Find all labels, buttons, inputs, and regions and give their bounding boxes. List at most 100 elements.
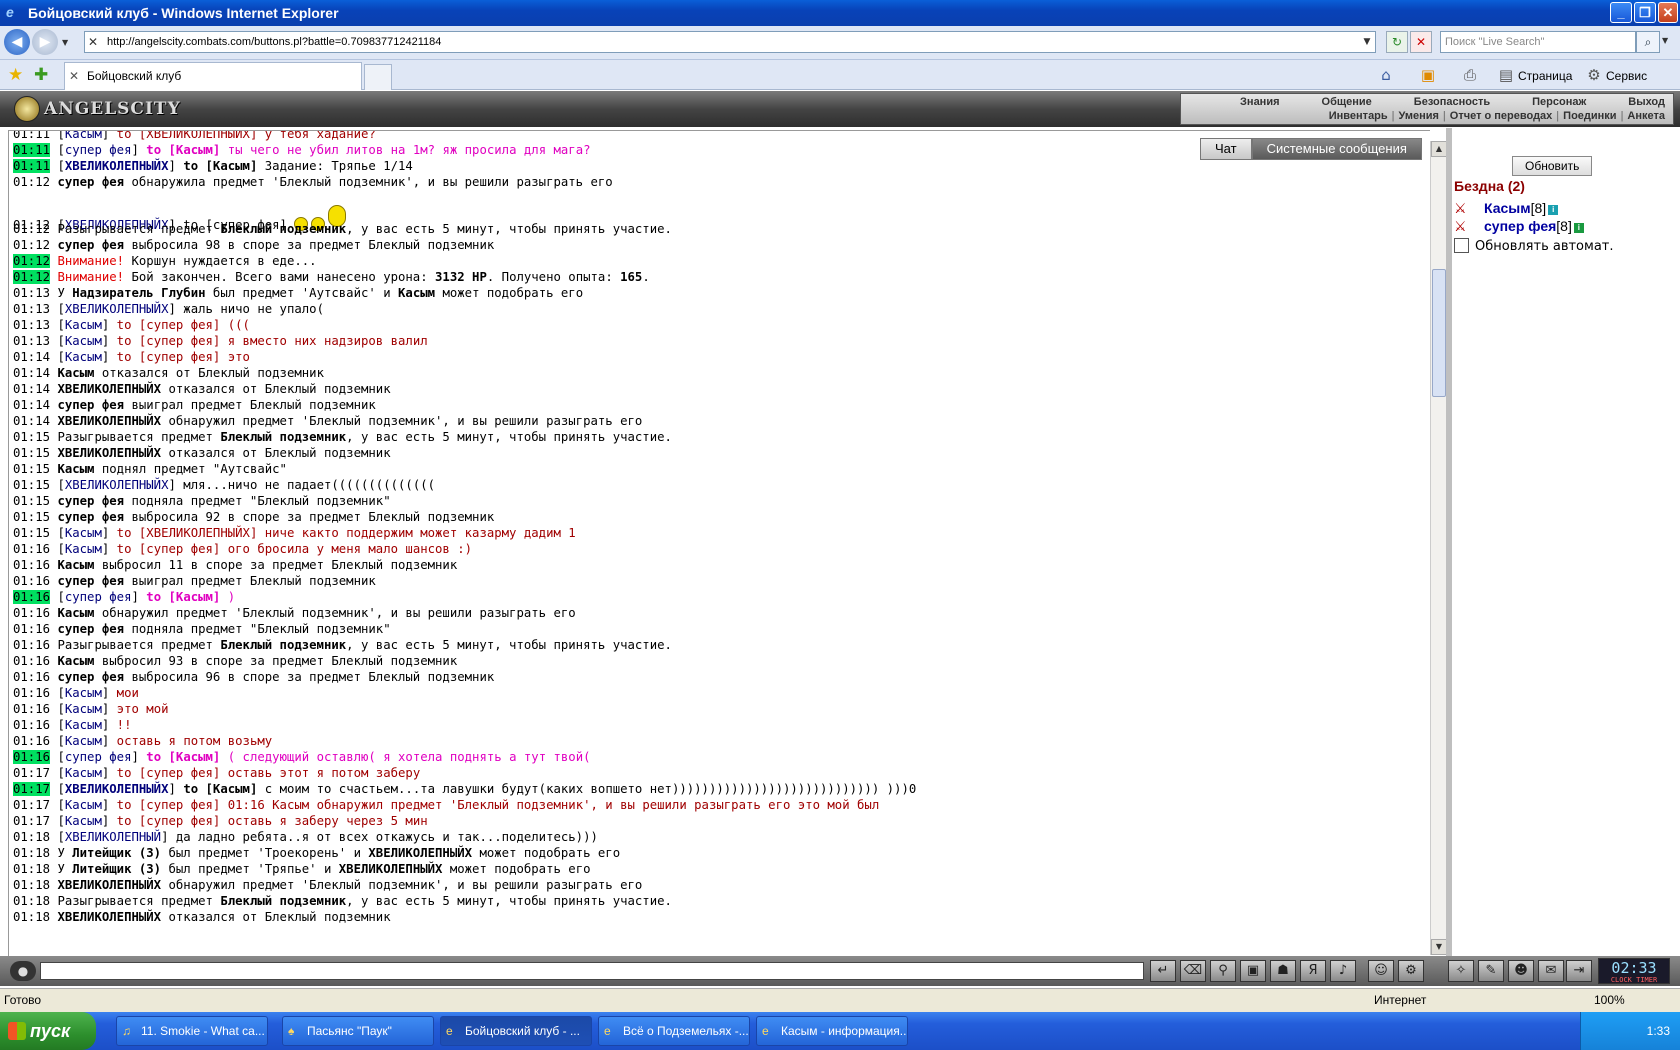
chat-time[interactable]: 01:16	[13, 702, 50, 716]
chat-author[interactable]: супер фея	[57, 670, 124, 684]
chat-author[interactable]: супер фея	[57, 175, 124, 189]
chat-time[interactable]: 01:18	[13, 862, 50, 876]
chat-time[interactable]: 01:12	[13, 238, 50, 252]
chat-author[interactable]: ХВЕЛИКОЛЕПНЫЙХ	[65, 782, 169, 796]
tab-fight-club[interactable]: ✕ Бойцовский клуб	[64, 62, 362, 90]
chat-author[interactable]: Касым	[57, 654, 94, 668]
bag-icon[interactable]: ✧	[1448, 960, 1474, 982]
scroll-down-icon[interactable]: ▼	[1431, 939, 1447, 955]
chat-time[interactable]: 01:15	[13, 462, 50, 476]
chat-author[interactable]: Касым	[65, 350, 102, 364]
people-icon[interactable]: ☻	[1508, 960, 1534, 982]
figure-icon[interactable]: ☗	[1270, 960, 1296, 982]
chat-time[interactable]: 01:16	[13, 734, 50, 748]
chat-author[interactable]: Касым	[57, 366, 94, 380]
info-icon[interactable]: i	[1548, 205, 1559, 215]
back-button[interactable]: ◀	[4, 29, 30, 55]
chat-time[interactable]: 01:15	[13, 494, 50, 508]
chat-author[interactable]: Касым	[65, 718, 102, 732]
submenu-item[interactable]: Поединки	[1563, 110, 1616, 122]
chat-author[interactable]: ХВЕЛИКОЛЕПНЫЙХ	[57, 446, 161, 460]
chat-author[interactable]: Касым	[65, 734, 102, 748]
chat-time[interactable]: 01:13	[13, 318, 50, 332]
chat-author[interactable]: супер фея	[65, 143, 132, 157]
chat-time[interactable]: 01:14	[13, 366, 50, 380]
chat-time[interactable]: 01:18	[13, 830, 50, 844]
chat-time[interactable]: 01:11	[13, 159, 51, 173]
feeds-icon[interactable]: ▣	[1418, 65, 1438, 85]
chat-time[interactable]: 01:16	[13, 606, 50, 620]
chat-time[interactable]: 01:17	[13, 814, 50, 828]
filter-icon[interactable]: ⚲	[1210, 960, 1236, 982]
chat-time[interactable]: 01:16	[13, 622, 50, 636]
chat-time[interactable]: 01:16	[13, 670, 50, 684]
save-log-icon[interactable]: ▣	[1240, 960, 1266, 982]
chat-time[interactable]: 01:16	[13, 542, 50, 556]
chat-time[interactable]: 01:11	[13, 143, 51, 157]
zoom-level[interactable]: 100%	[1594, 989, 1625, 1011]
chat-time[interactable]: 01:18	[13, 894, 50, 908]
refresh-button[interactable]: ↻	[1386, 31, 1408, 53]
checkbox-box[interactable]	[1454, 238, 1469, 253]
tools-menu[interactable]: Сервис	[1606, 66, 1647, 86]
chat-author[interactable]: Касым	[65, 798, 102, 812]
history-dropdown-icon[interactable]: ▼	[62, 38, 70, 47]
chat-author[interactable]: супер фея	[57, 622, 124, 636]
tab-system-messages[interactable]: Системные сообщения	[1251, 138, 1422, 160]
scroll-icon[interactable]: ✎	[1478, 960, 1504, 982]
smiles-icon[interactable]: ☺	[1368, 960, 1394, 982]
chat-author[interactable]: супер фея	[57, 398, 124, 412]
minimize-icon[interactable]: _	[1610, 2, 1632, 23]
chat-author[interactable]: Касым	[65, 686, 102, 700]
chat-time[interactable]: 01:15	[13, 430, 50, 444]
chat-author[interactable]: супер фея	[65, 590, 132, 604]
search-dropdown-icon[interactable]: ▼	[1662, 36, 1668, 45]
close-icon[interactable]: ✕	[1658, 2, 1678, 23]
chat-time[interactable]: 01:12	[13, 270, 51, 284]
exit-icon[interactable]: ⇥	[1566, 960, 1592, 982]
search-input[interactable]: Поиск "Live Search"	[1440, 31, 1636, 53]
chat-scrollbar[interactable]: ▲ ▼	[1430, 141, 1447, 955]
taskbar-item[interactable]: ♠ Пасьянс "Паук"	[282, 1016, 434, 1046]
chat-author[interactable]: Касым	[65, 131, 102, 141]
favorites-star-icon[interactable]: ★	[8, 65, 23, 85]
chat-author[interactable]: Касым	[65, 766, 102, 780]
chat-time[interactable]: 01:14	[13, 398, 50, 412]
chat-author[interactable]: ХВЕЛИКОЛЕПНЫЙХ	[57, 910, 161, 924]
submenu-item[interactable]: Инвентарь	[1329, 110, 1388, 122]
menu-item[interactable]: Безопасность	[1414, 96, 1490, 108]
sound-icon[interactable]: ♪	[1330, 960, 1356, 982]
clock-timer[interactable]: 02:33 CLOCK TIMER	[1598, 958, 1670, 984]
chat-time[interactable]: 01:13	[13, 334, 50, 348]
chat-time[interactable]: 01:16	[13, 558, 50, 572]
url-dropdown-icon[interactable]: ▼	[1360, 33, 1374, 51]
print-icon[interactable]: ⎙	[1460, 65, 1480, 85]
chat-time[interactable]: 01:18	[13, 846, 50, 860]
chat-time[interactable]: 01:16	[13, 638, 50, 652]
chat-author[interactable]: Касым	[57, 558, 94, 572]
chat-time[interactable]: 01:16	[13, 686, 50, 700]
menu-item[interactable]: Общение	[1322, 96, 1372, 108]
chat-author[interactable]: Касым	[65, 334, 102, 348]
chat-time[interactable]: 01:15	[13, 478, 50, 492]
taskbar-item[interactable]: ♫ 11. Smokie - What ca...	[116, 1016, 268, 1046]
chat-time[interactable]: 01:15	[13, 510, 50, 524]
chat-time[interactable]: 01:17	[13, 782, 51, 796]
chat-time[interactable]: 01:15	[13, 446, 50, 460]
menu-item[interactable]: Персонаж	[1532, 96, 1586, 108]
forward-button[interactable]: ▶	[32, 29, 58, 55]
chat-author[interactable]: Касым	[65, 526, 102, 540]
gift-icon[interactable]: ✉	[1538, 960, 1564, 982]
chat-author[interactable]: Касым	[57, 462, 94, 476]
send-icon[interactable]: ↵	[1150, 960, 1176, 982]
chat-author[interactable]: Касым	[57, 606, 94, 620]
attack-icon[interactable]: ⚔	[1454, 200, 1476, 216]
attack-icon[interactable]: ⚔	[1454, 218, 1476, 234]
new-tab-button[interactable]	[364, 64, 392, 90]
submenu-item[interactable]: Анкета	[1627, 110, 1665, 122]
chat-time[interactable]: 01:14	[13, 350, 50, 364]
refresh-battle-button[interactable]: Обновить	[1512, 156, 1593, 176]
start-button[interactable]: пуск	[0, 1012, 96, 1050]
chat-time[interactable]: 01:17	[13, 766, 50, 780]
chat-time[interactable]: 01:16	[13, 750, 51, 764]
